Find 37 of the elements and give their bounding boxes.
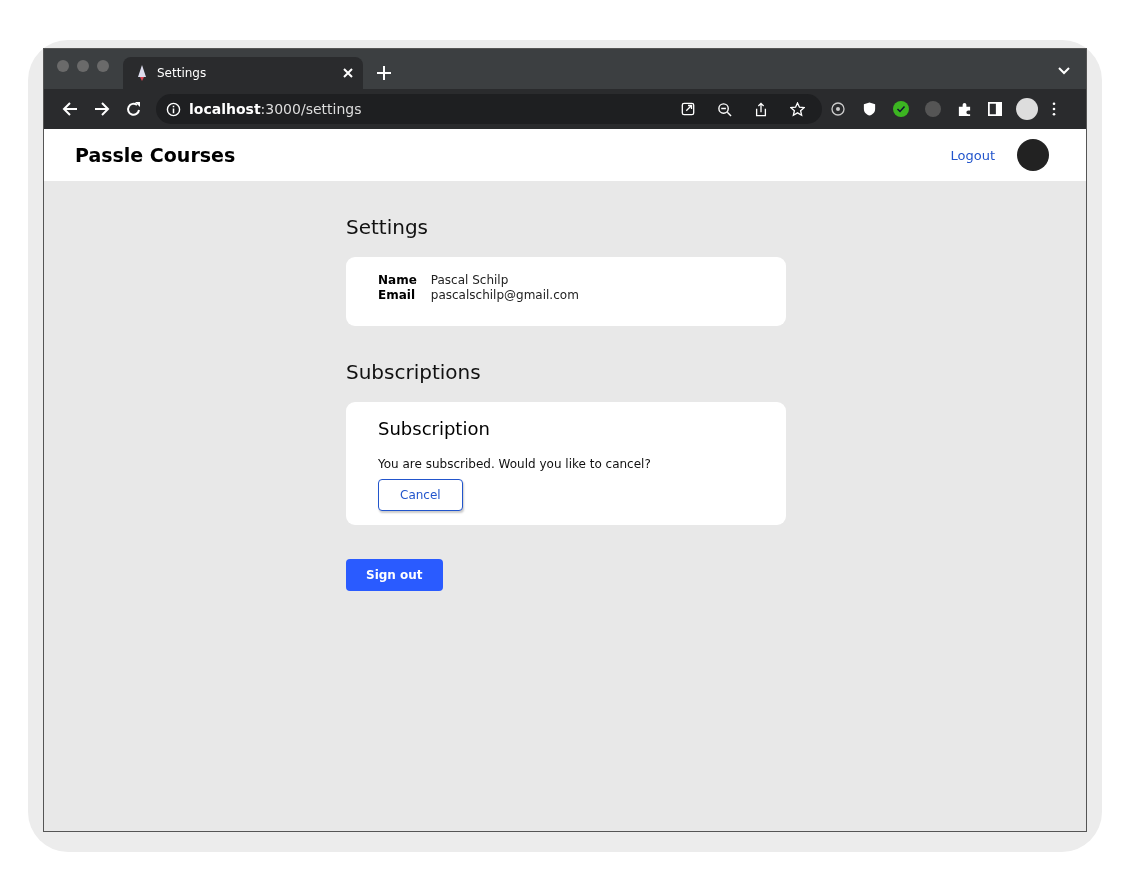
open-external-icon[interactable] — [681, 102, 695, 116]
more-vertical-icon[interactable] — [1052, 102, 1056, 116]
star-icon[interactable] — [790, 101, 805, 117]
close-icon[interactable] — [343, 68, 353, 78]
address-bar[interactable]: localhost:3000/settings — [156, 94, 822, 124]
user-avatar[interactable] — [1017, 139, 1049, 171]
logout-link[interactable]: Logout — [950, 147, 995, 163]
shield-icon[interactable] — [862, 101, 877, 117]
zoom-out-icon[interactable] — [717, 101, 732, 117]
share-icon[interactable] — [754, 101, 768, 117]
info-icon — [166, 101, 181, 117]
check-circle-icon[interactable] — [893, 101, 909, 117]
rocket-icon — [137, 65, 147, 81]
section-heading: Subscriptions — [346, 360, 481, 384]
puzzle-icon[interactable] — [957, 101, 972, 117]
browser-tab[interactable]: Settings — [123, 57, 363, 89]
reload-icon[interactable] — [126, 101, 142, 117]
side-panel-icon[interactable] — [988, 102, 1002, 116]
subscription-text: You are subscribed. Would you like to cancel? — [378, 457, 652, 471]
cancel-button[interactable]: Cancel — [378, 479, 463, 511]
field-label: Name — [378, 273, 417, 287]
window-minimize-dot[interactable] — [77, 60, 89, 72]
page-heading: Settings — [346, 215, 429, 239]
chevron-down-icon[interactable] — [1058, 67, 1070, 75]
field-value: Pascal Schilp — [430, 273, 510, 287]
forward-arrow-icon[interactable] — [94, 101, 110, 117]
card-title: Subscription — [378, 418, 491, 439]
back-arrow-icon[interactable] — [62, 101, 78, 117]
brand-title[interactable]: Passle Courses — [75, 144, 951, 166]
field-label: Email — [378, 288, 417, 302]
plus-icon[interactable] — [377, 66, 391, 80]
profile-avatar[interactable] — [1016, 98, 1038, 120]
field-value: pascalschilp@gmail.com — [430, 288, 580, 302]
crosshair-icon[interactable] — [830, 101, 846, 117]
window-close-dot[interactable] — [57, 60, 69, 72]
sign-out-button[interactable]: Sign out — [346, 559, 443, 591]
window-maximize-dot[interactable] — [97, 60, 109, 72]
